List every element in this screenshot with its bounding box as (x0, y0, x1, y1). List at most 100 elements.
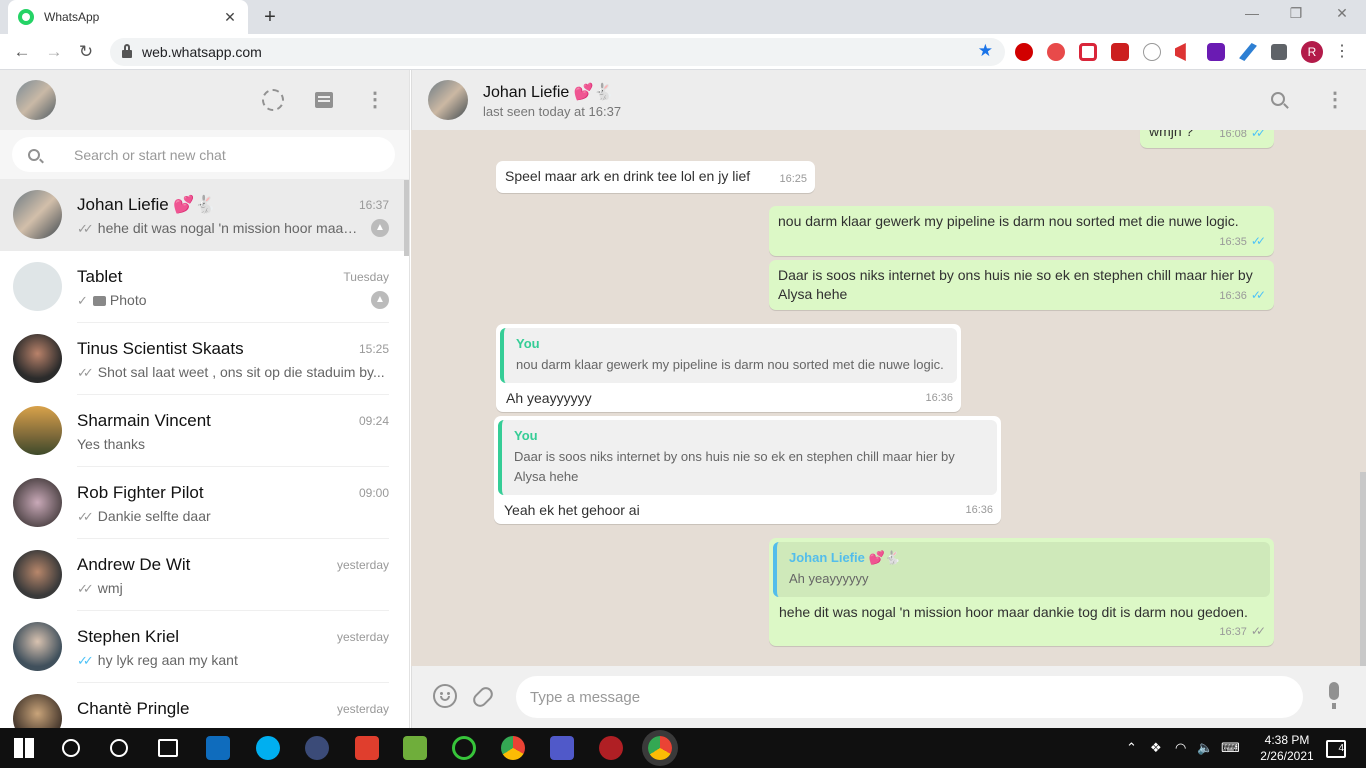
avatar (13, 406, 62, 455)
address-bar[interactable]: web.whatsapp.com ★ (110, 38, 1005, 66)
my-profile-avatar[interactable] (16, 80, 56, 120)
tab-title: WhatsApp (44, 10, 100, 24)
message-text: nou darm klaar gewerk my pipeline is dar… (778, 213, 1239, 229)
conversation-panel: Johan Liefie 💕🐇 last seen today at 16:37… (411, 70, 1366, 728)
outlook-icon[interactable] (206, 736, 230, 760)
back-arrow-icon[interactable]: ← (10, 40, 34, 64)
menu-icon[interactable]: ⋮ (363, 88, 387, 112)
cortana-icon[interactable] (110, 739, 128, 757)
conversation-scrollbar[interactable] (1360, 472, 1366, 666)
chat-row-tinus[interactable]: Tinus Scientist Skaats 15:25 ✓✓ Shot sal … (0, 323, 409, 395)
browser-tab-whatsapp[interactable]: WhatsApp ✕ (8, 0, 248, 34)
notification-center-icon[interactable]: 4 (1326, 740, 1346, 758)
quoted-message[interactable]: You nou darm klaar gewerk my pipeline is… (500, 328, 957, 383)
conversation-header[interactable]: Johan Liefie 💕🐇 last seen today at 16:37… (411, 70, 1366, 130)
status-icon[interactable] (262, 89, 284, 111)
taskbar-clock[interactable]: 4:38 PM 2/26/2021 (1258, 732, 1316, 764)
skype-icon[interactable] (256, 736, 280, 760)
search-taskbar-icon[interactable] (62, 739, 80, 757)
keyboard-icon[interactable]: ⌨ (1221, 740, 1240, 756)
new-chat-icon[interactable] (315, 92, 333, 108)
message-incoming-reply[interactable]: You Daar is soos niks internet by ons hu… (494, 416, 1001, 524)
message-outgoing[interactable]: nou darm klaar gewerk my pipeline is dar… (769, 206, 1274, 256)
chrome-icon[interactable] (501, 736, 525, 760)
profile-avatar[interactable]: R (1301, 41, 1323, 63)
chat-row-chante[interactable]: Chantè Pringle yesterday (0, 683, 409, 728)
whatsapp-favicon-icon (18, 9, 34, 25)
search-icon[interactable] (28, 148, 40, 161)
chat-row-stephen[interactable]: Stephen Kriel yesterday ✓✓ hy lyk reg aan… (0, 611, 409, 683)
wifi-icon[interactable]: ◠ (1175, 740, 1186, 756)
tab-close-icon[interactable]: ✕ (222, 9, 238, 26)
search-box[interactable] (12, 137, 395, 172)
reload-icon[interactable]: ↻ (74, 40, 98, 64)
chat-row-johan-liefie[interactable]: Johan Liefie 💕🐇 16:37 ✓✓ hehe dit was nog… (0, 179, 409, 251)
notes-icon[interactable] (403, 736, 427, 760)
spinner-app-icon[interactable] (452, 736, 476, 760)
message-incoming-reply[interactable]: You nou darm klaar gewerk my pipeline is… (496, 324, 961, 412)
ext-adblock-icon[interactable] (1015, 43, 1033, 61)
emoji-icon[interactable] (433, 684, 457, 708)
message-time: 16:37 (1219, 626, 1247, 638)
restore-icon[interactable]: ❐ (1284, 5, 1308, 22)
ext-red-icon[interactable] (1047, 43, 1065, 61)
chat-row-tablet[interactable]: Tablet Tuesday ✓ Photo ▲ (0, 251, 409, 323)
chat-preview: wmj (97, 580, 123, 596)
sidebar-scrollbar[interactable] (404, 180, 409, 256)
sidebar: ⋮ Johan Liefie 💕🐇 16:37 ✓✓hehe dit was n… (0, 70, 410, 728)
read-receipt-icon: ✓✓ (1250, 234, 1266, 248)
contact-name[interactable]: Johan Liefie 💕🐇 (483, 82, 614, 102)
ext-rp-icon[interactable] (1207, 43, 1225, 61)
double-check-icon: ✓✓ (77, 509, 94, 524)
avatar (13, 694, 62, 728)
ext-json-icon[interactable] (1143, 43, 1161, 61)
camera-icon (92, 296, 106, 306)
quoted-message[interactable]: You Daar is soos niks internet by ons hu… (498, 420, 997, 495)
windows-start-icon[interactable] (14, 738, 34, 758)
app-web-icon[interactable] (599, 736, 623, 760)
message-outgoing[interactable]: Daar is soos niks internet by ons huis n… (769, 260, 1274, 310)
message-outgoing[interactable]: wmjh ? 16:08 ✓✓ (1140, 130, 1274, 148)
browser-menu-icon[interactable]: ⋮ (1334, 41, 1350, 63)
microphone-icon[interactable] (1329, 682, 1339, 709)
message-outgoing-reply[interactable]: Johan Liefie 💕🐇 Ah yeayyyyyy hehe dit wa… (769, 538, 1274, 646)
tray-chevron-icon[interactable]: ⌃ (1126, 740, 1137, 756)
url-text[interactable]: web.whatsapp.com (142, 44, 262, 60)
lock-icon[interactable] (122, 44, 132, 58)
pin-icon: ▲ (371, 219, 389, 237)
ext-megaphone-icon[interactable] (1175, 43, 1186, 61)
message-time: 16:36 (925, 392, 953, 404)
bookmark-star-icon[interactable]: ★ (978, 41, 993, 61)
chat-name: Stephen Kriel (77, 627, 180, 646)
search-messages-icon[interactable] (1271, 92, 1285, 106)
vpn-icon[interactable] (305, 736, 329, 760)
app-red-icon[interactable] (355, 736, 379, 760)
close-window-icon[interactable]: ✕ (1330, 5, 1354, 22)
chat-row-sharmain[interactable]: Sharmain Vincent 09:24 Yes thanks (0, 395, 409, 467)
minimize-icon[interactable]: — (1240, 5, 1264, 21)
chat-row-rob[interactable]: Rob Fighter Pilot 09:00 ✓✓ Dankie selfte … (0, 467, 409, 539)
attach-icon[interactable] (470, 684, 496, 710)
task-view-icon[interactable] (158, 739, 178, 757)
ext-feather-icon[interactable] (1239, 43, 1257, 61)
chat-row-andrew[interactable]: Andrew De Wit yesterday ✓✓ wmj (0, 539, 409, 611)
chrome-active-icon[interactable] (648, 736, 672, 760)
extensions-puzzle-icon[interactable] (1271, 44, 1287, 60)
dropbox-icon[interactable]: ❖ (1150, 740, 1162, 756)
ext-q-icon[interactable] (1079, 43, 1097, 61)
chat-preview: Dankie selfte daar (97, 508, 211, 524)
search-input[interactable] (74, 146, 364, 163)
message-text: Ah yeayyyyyy (506, 390, 592, 406)
forward-arrow-icon[interactable]: → (42, 40, 66, 64)
chat-time: 09:24 (358, 414, 389, 428)
read-receipt-icon: ✓✓ (1250, 288, 1266, 302)
new-tab-button[interactable]: + (260, 6, 280, 28)
message-incoming[interactable]: Speel maar ark en drink tee lol en jy li… (496, 161, 815, 193)
contact-avatar[interactable] (428, 80, 468, 120)
conversation-menu-icon[interactable]: ⋮ (1325, 88, 1345, 112)
teams-icon[interactable] (550, 736, 574, 760)
message-input[interactable] (516, 676, 1303, 718)
volume-icon[interactable]: 🔈 (1197, 740, 1213, 756)
ext-pdf-icon[interactable] (1111, 43, 1129, 61)
quoted-message[interactable]: Johan Liefie 💕🐇 Ah yeayyyyyy (773, 542, 1270, 597)
